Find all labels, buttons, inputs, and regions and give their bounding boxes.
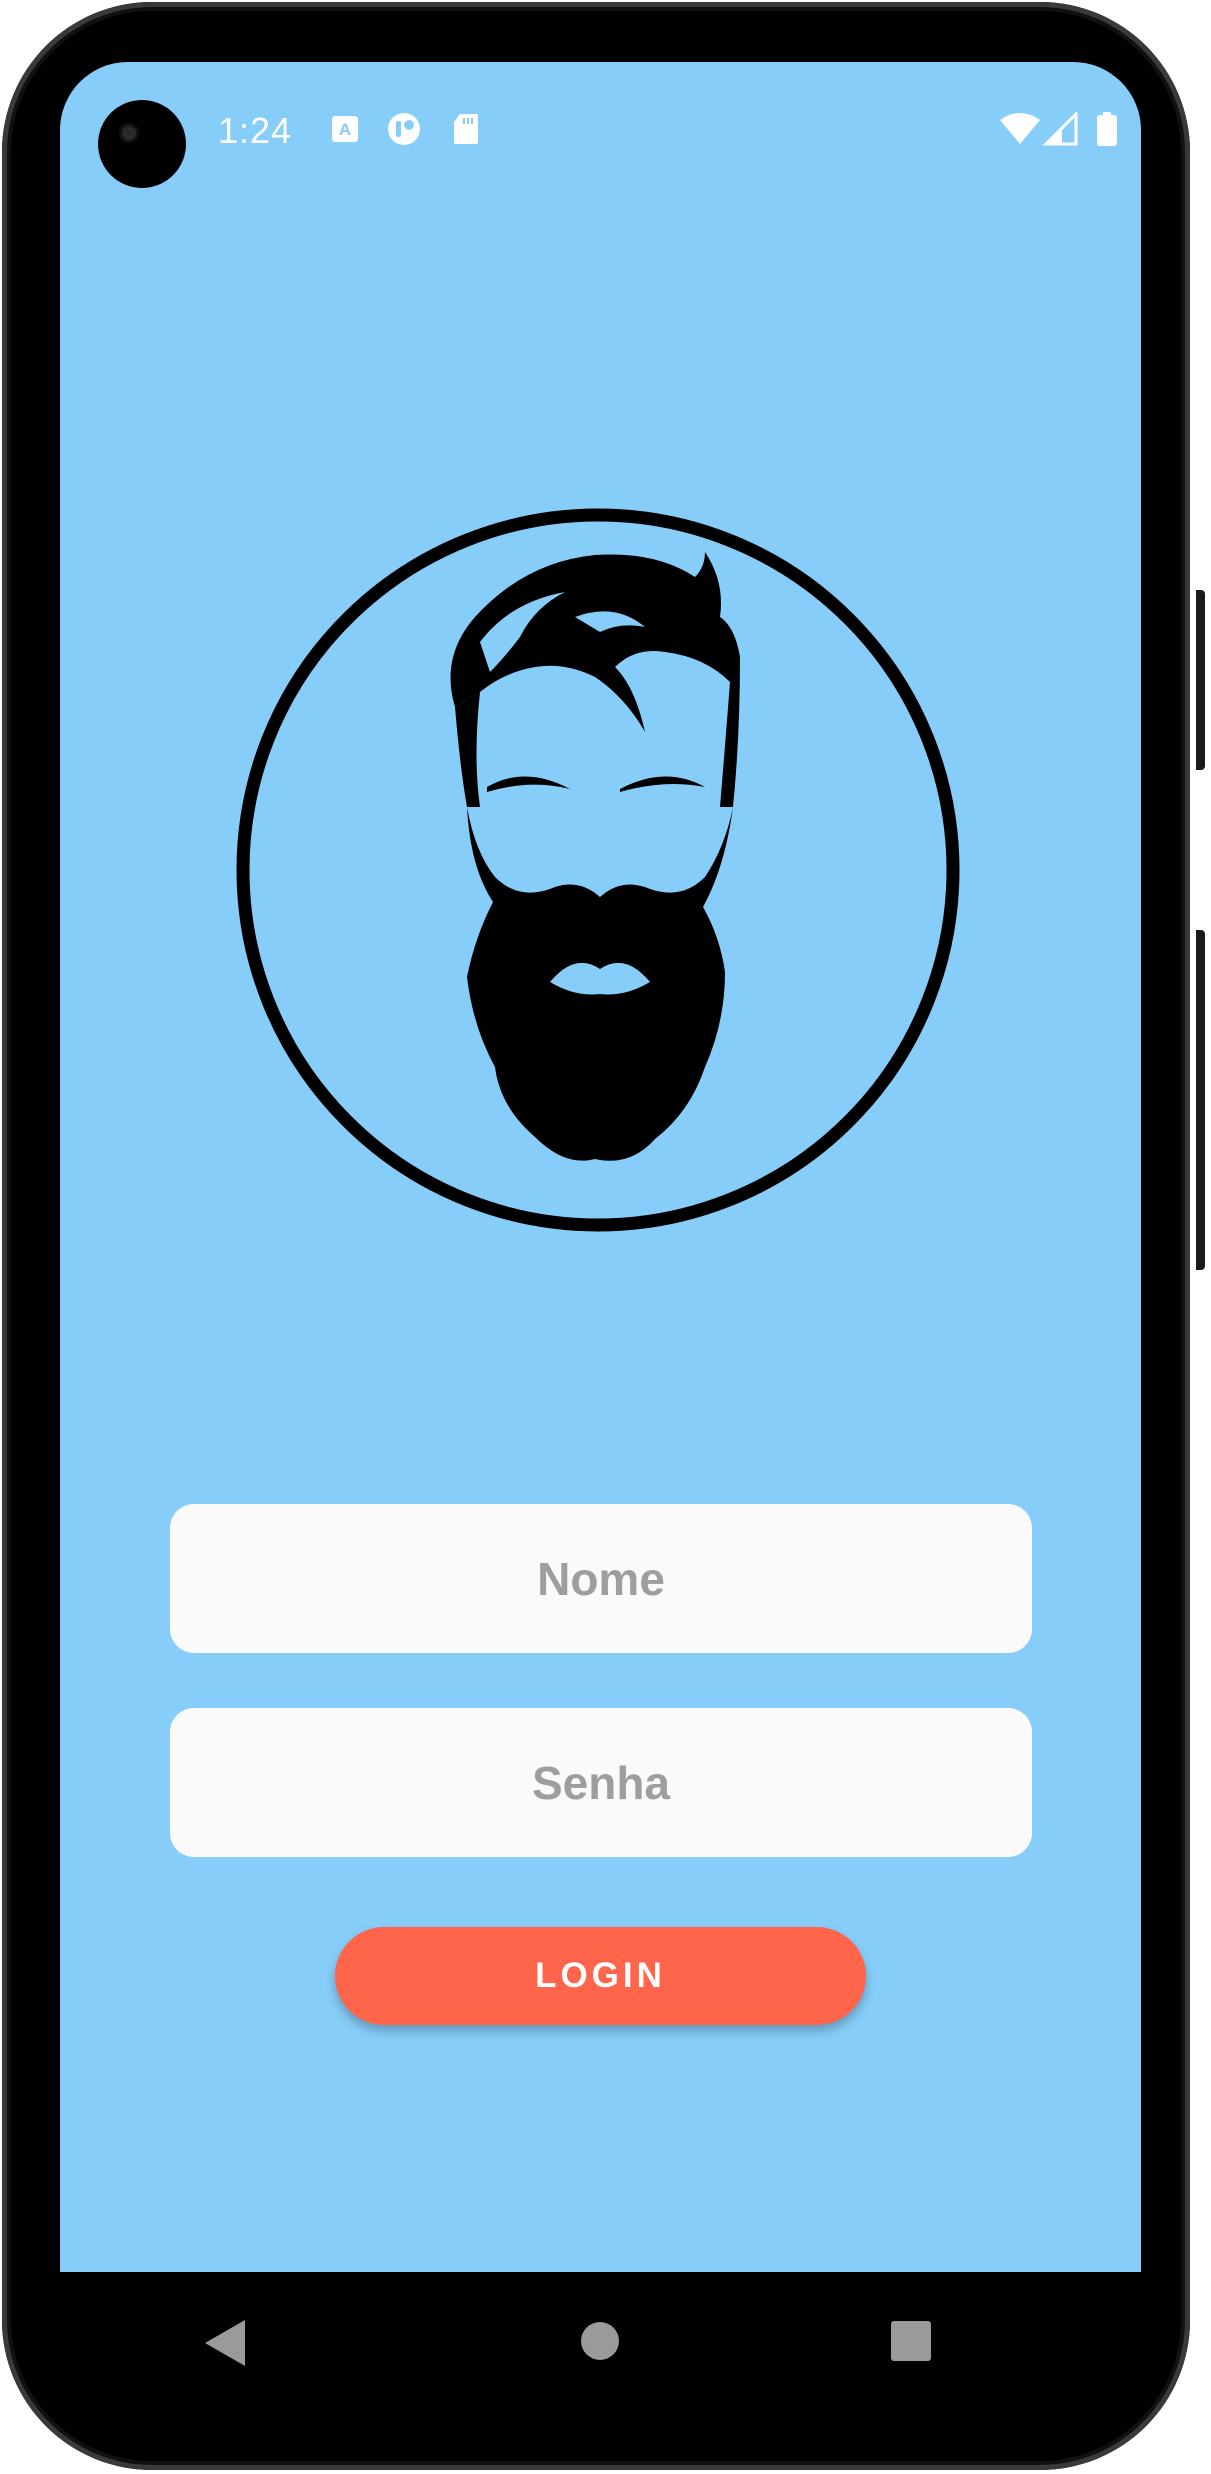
status-time: 1:24: [218, 110, 293, 151]
logo: [236, 508, 960, 1232]
camera-lens: [122, 126, 136, 140]
password-input[interactable]: Senha: [170, 1708, 1032, 1857]
battery-icon: [1097, 112, 1117, 146]
cell-signal-icon: [1042, 112, 1078, 146]
back-icon[interactable]: [205, 2320, 245, 2366]
power-button: [1196, 590, 1205, 770]
wifi-icon: [1000, 113, 1040, 144]
front-camera: [98, 100, 186, 188]
bearded-man-icon: [450, 552, 740, 1161]
home-icon[interactable]: [581, 2322, 619, 2360]
a-letter-icon: A: [332, 116, 358, 142]
svg-text:A: A: [339, 120, 351, 139]
login-button[interactable]: LOGIN: [335, 1927, 866, 2025]
recents-icon[interactable]: [891, 2321, 931, 2361]
sd-card-icon: [454, 114, 478, 144]
volume-button: [1196, 930, 1205, 1270]
app-circle-icon: [388, 113, 420, 145]
name-input[interactable]: Nome: [170, 1504, 1032, 1653]
